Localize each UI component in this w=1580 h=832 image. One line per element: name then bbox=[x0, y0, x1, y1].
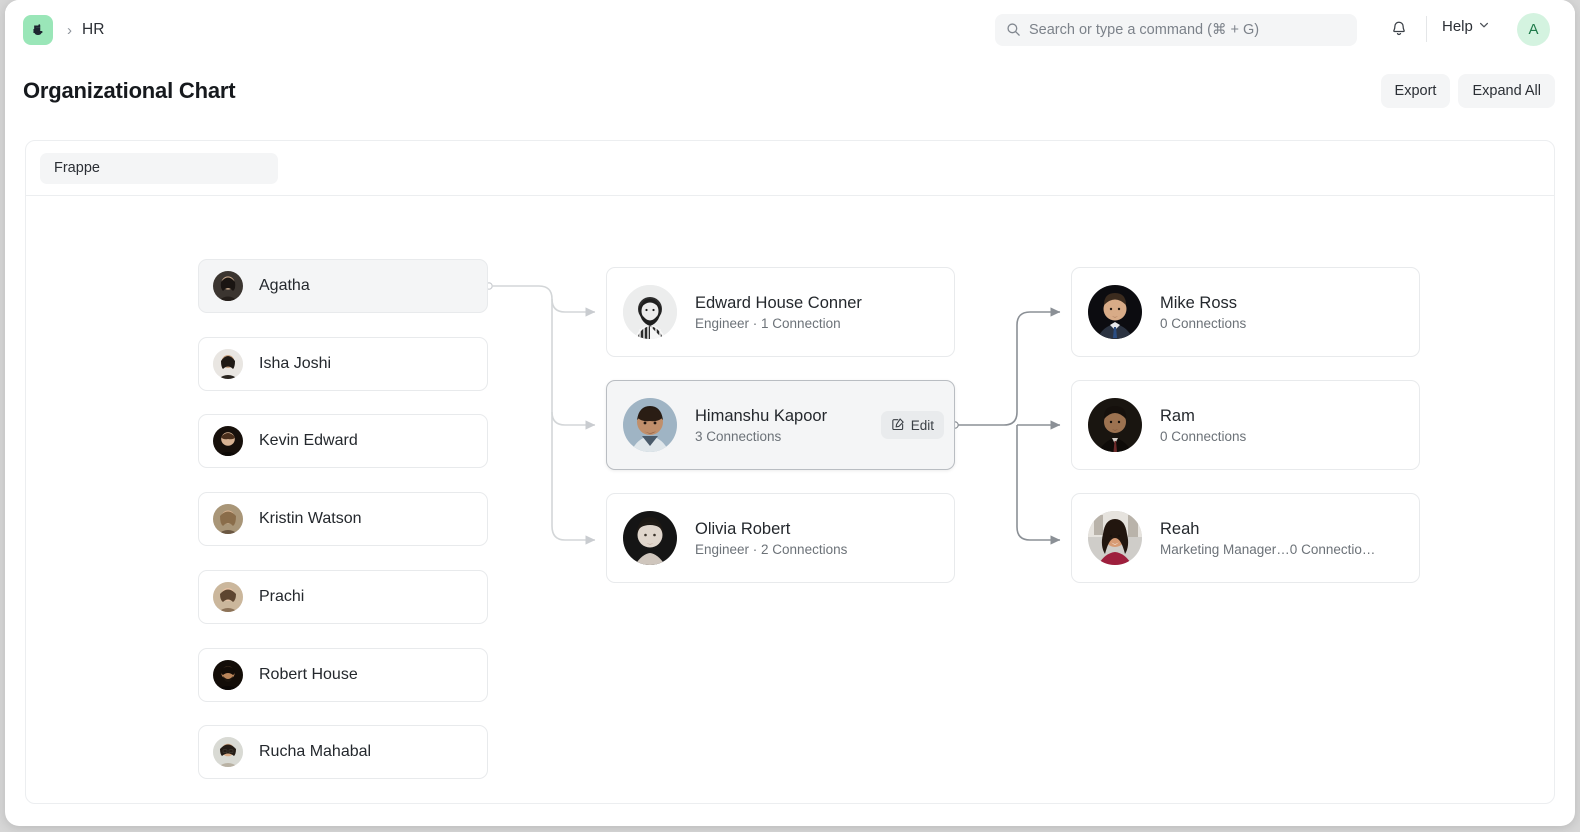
export-button[interactable]: Export bbox=[1381, 74, 1451, 108]
top-navigation-bar: › HR Help bbox=[5, 0, 1575, 60]
node-subtitle: 0 Connections bbox=[1160, 429, 1419, 444]
node-subtitle: Engineer · 2 Connections bbox=[695, 542, 954, 557]
node-subtitle: Engineer · 1 Connection bbox=[695, 316, 954, 331]
node-text: Himanshu Kapoor 3 Connections bbox=[695, 407, 863, 444]
avatar bbox=[1088, 511, 1142, 565]
org-node-prachi[interactable]: Prachi bbox=[198, 570, 488, 624]
avatar bbox=[213, 349, 243, 379]
avatar bbox=[1088, 285, 1142, 339]
search-input[interactable] bbox=[995, 14, 1357, 46]
edit-label: Edit bbox=[911, 418, 934, 433]
help-menu-button[interactable]: Help bbox=[1442, 18, 1490, 35]
org-chart-panel: Frappe bbox=[25, 140, 1555, 804]
node-text: Prachi bbox=[259, 588, 487, 606]
org-node-ram[interactable]: Ram 0 Connections bbox=[1071, 380, 1420, 470]
node-text: Kristin Watson bbox=[259, 510, 487, 528]
node-text: Kevin Edward bbox=[259, 432, 487, 450]
org-node-kristin-watson[interactable]: Kristin Watson bbox=[198, 492, 488, 546]
node-name: Mike Ross bbox=[1160, 294, 1419, 313]
node-name: Edward House Conner bbox=[695, 294, 954, 313]
org-node-mike-ross[interactable]: Mike Ross 0 Connections bbox=[1071, 267, 1420, 357]
node-text: Edward House Conner Engineer · 1 Connect… bbox=[695, 294, 954, 331]
search-container bbox=[995, 14, 1357, 46]
node-subtitle: 3 Connections bbox=[695, 429, 863, 444]
page-header: Organizational Chart Export Expand All bbox=[5, 60, 1575, 122]
chevron-down-icon bbox=[1478, 18, 1490, 35]
node-subtitle: 0 Connections bbox=[1160, 316, 1419, 331]
node-name-row: Himanshu Kapoor bbox=[695, 407, 863, 426]
node-text: Ram 0 Connections bbox=[1160, 407, 1419, 444]
node-name: Ram bbox=[1160, 407, 1419, 426]
org-chart-canvas: Agatha Isha Joshi bbox=[26, 196, 1554, 804]
node-text: Robert House bbox=[259, 666, 487, 684]
frappe-logo-icon[interactable] bbox=[23, 15, 53, 45]
page-title: Organizational Chart bbox=[23, 78, 235, 104]
org-node-himanshu-kapoor[interactable]: Himanshu Kapoor 3 Connections Edit bbox=[606, 380, 955, 470]
node-text: Rucha Mahabal bbox=[259, 743, 487, 761]
org-node-reah[interactable]: Reah Marketing Manager…0 Connectio… bbox=[1071, 493, 1420, 583]
avatar bbox=[213, 582, 243, 612]
avatar bbox=[213, 737, 243, 767]
node-subtitle: Marketing Manager…0 Connectio… bbox=[1160, 542, 1419, 557]
node-text: Agatha bbox=[259, 277, 487, 295]
node-name: Kristin Watson bbox=[259, 510, 487, 528]
org-node-olivia-robert[interactable]: Olivia Robert Engineer · 2 Connections bbox=[606, 493, 955, 583]
avatar bbox=[623, 285, 677, 339]
node-text: Reah Marketing Manager…0 Connectio… bbox=[1160, 520, 1419, 557]
node-name: Kevin Edward bbox=[259, 432, 487, 450]
node-name: Himanshu Kapoor bbox=[695, 407, 827, 426]
edit-node-button[interactable]: Edit bbox=[881, 411, 944, 439]
help-label: Help bbox=[1442, 18, 1473, 35]
org-node-edward-house-conner[interactable]: Edward House Conner Engineer · 1 Connect… bbox=[606, 267, 955, 357]
avatar bbox=[213, 660, 243, 690]
org-node-rucha-mahabal[interactable]: Rucha Mahabal bbox=[198, 725, 488, 779]
org-node-kevin-edward[interactable]: Kevin Edward bbox=[198, 414, 488, 468]
node-name: Agatha bbox=[259, 277, 487, 295]
node-name: Isha Joshi bbox=[259, 355, 487, 373]
node-name: Rucha Mahabal bbox=[259, 743, 487, 761]
avatar bbox=[1088, 398, 1142, 452]
node-name: Robert House bbox=[259, 666, 487, 684]
org-node-isha-joshi[interactable]: Isha Joshi bbox=[198, 337, 488, 391]
avatar bbox=[213, 271, 243, 301]
org-node-agatha[interactable]: Agatha bbox=[198, 259, 488, 313]
node-text: Olivia Robert Engineer · 2 Connections bbox=[695, 520, 954, 557]
node-text: Mike Ross 0 Connections bbox=[1160, 294, 1419, 331]
node-text: Isha Joshi bbox=[259, 355, 487, 373]
avatar bbox=[623, 398, 677, 452]
org-node-robert-house[interactable]: Robert House bbox=[198, 648, 488, 702]
user-avatar[interactable]: A bbox=[1517, 13, 1550, 46]
company-selector[interactable]: Frappe bbox=[40, 153, 278, 184]
node-name: Olivia Robert bbox=[695, 520, 954, 539]
edit-pencil-square-icon bbox=[891, 417, 905, 434]
breadcrumb-separator-icon: › bbox=[67, 23, 72, 38]
expand-all-button[interactable]: Expand All bbox=[1458, 74, 1555, 108]
breadcrumb-hr[interactable]: HR bbox=[82, 21, 105, 39]
avatar bbox=[213, 426, 243, 456]
avatar bbox=[213, 504, 243, 534]
app-window: › HR Help bbox=[5, 0, 1575, 826]
notifications-bell-icon[interactable] bbox=[1387, 18, 1411, 42]
node-name: Prachi bbox=[259, 588, 487, 606]
panel-toolbar: Frappe bbox=[26, 141, 1554, 196]
toolbar-divider bbox=[1426, 16, 1427, 42]
node-name: Reah bbox=[1160, 520, 1419, 539]
avatar bbox=[623, 511, 677, 565]
header-actions: Export Expand All bbox=[1381, 74, 1555, 108]
